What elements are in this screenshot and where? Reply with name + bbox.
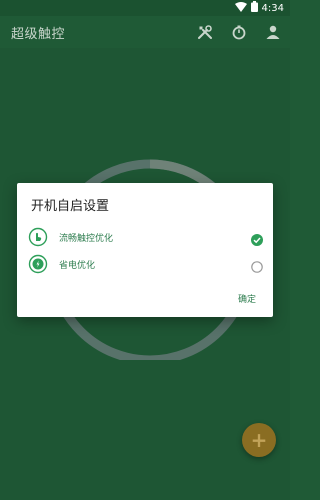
status-indicators: 4:34 (234, 1, 284, 15)
timer-icon[interactable] (228, 21, 250, 43)
touch-hand-icon (27, 226, 49, 248)
app-actions (194, 21, 284, 43)
power-save-icon (27, 253, 49, 275)
option-label: 省电优化 (59, 260, 96, 271)
app-bar: 超级触控 (0, 16, 290, 48)
add-fab-button[interactable]: + (242, 423, 276, 457)
tools-icon[interactable] (194, 21, 216, 43)
startup-settings-dialog: 开机自启设置 流畅触控优化 省电优化 确定 (17, 183, 273, 317)
dialog-title: 开机自启设置 (31, 199, 110, 214)
radio-checked-icon[interactable] (251, 231, 263, 246)
status-time: 4:34 (261, 2, 284, 14)
plus-icon: + (250, 428, 268, 452)
app-title: 超级触控 (11, 27, 66, 42)
option-power-save[interactable]: 省电优化 (25, 252, 271, 276)
battery-icon (250, 1, 258, 15)
option-smooth-touch[interactable]: 流畅触控优化 (25, 225, 271, 249)
wifi-icon (234, 1, 247, 15)
confirm-button[interactable]: 确定 (238, 292, 256, 305)
radio-unchecked-icon[interactable] (251, 258, 263, 273)
option-label: 流畅触控优化 (59, 233, 114, 244)
status-bar: 4:34 (0, 0, 290, 16)
profile-icon[interactable] (262, 21, 284, 43)
